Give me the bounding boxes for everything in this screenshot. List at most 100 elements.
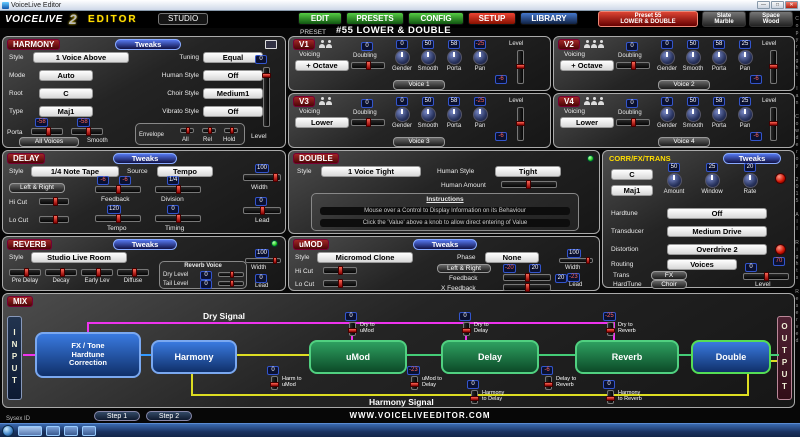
tab-presets[interactable]: PRESETS [346,12,404,25]
send-value[interactable]: 0 [603,380,615,389]
doubling-value[interactable]: 0 [361,99,373,108]
harmony-mode-value[interactable]: Auto [39,70,93,81]
tab-edit[interactable]: EDIT [298,12,342,25]
smooth-knob[interactable] [686,107,701,122]
left-right-button[interactable]: Left & Right [437,264,491,273]
tail-level-value[interactable]: 0 [200,280,212,289]
harmony-tweaks-button[interactable]: Tweaks [115,39,181,50]
corr-level-knob[interactable] [775,173,786,184]
feedback-left-value[interactable]: -20 [503,264,516,273]
reverb-tweaks-button[interactable]: Tweaks [113,239,177,250]
smooth-value[interactable]: -58 [77,118,90,127]
double-human-style-value[interactable]: Tight [495,166,561,177]
send-value[interactable]: -6 [541,366,553,375]
voicing-value[interactable]: + Octave [295,60,349,71]
pan-knob[interactable] [473,107,488,122]
env-rel-slider[interactable] [202,128,216,133]
doubling-value[interactable]: 0 [626,99,638,108]
level-slider[interactable] [517,107,524,141]
division-value[interactable]: 1/4 [167,176,179,185]
porta-knob[interactable] [447,50,462,65]
smooth-knob[interactable] [421,50,436,65]
umod-tweaks-button[interactable]: Tweaks [413,239,477,250]
harmony-level-value[interactable]: 0 [255,55,267,64]
send-slider[interactable] [271,376,278,390]
taskbar-item[interactable] [46,426,60,436]
doubling-slider[interactable] [616,62,650,69]
pan-value[interactable]: 25 [739,40,751,49]
mix-block-reverb[interactable]: Reverb [575,340,679,374]
studio-button[interactable]: STUDIO [158,13,208,25]
step1-button[interactable]: Step 1 [94,411,140,421]
voicing-value[interactable]: + Octave [560,60,614,71]
timing-slider[interactable] [155,215,201,222]
gender-knob[interactable] [660,107,675,122]
voice-button[interactable]: Voice 3 [393,137,445,147]
doubling-value[interactable]: 0 [626,42,638,51]
voice-button[interactable]: Voice 4 [658,137,710,147]
vibrato-style-value[interactable]: Off [203,106,263,117]
porta-value[interactable]: -58 [35,118,48,127]
close-button[interactable]: ✕ [785,1,798,9]
fx-toggle-button[interactable]: FX [651,271,687,280]
corr-key-value[interactable]: C [611,169,653,180]
level-value[interactable]: -6 [495,75,507,84]
window-knob[interactable] [705,173,720,188]
porta-knob[interactable] [712,107,727,122]
umod-style-value[interactable]: Micromod Clone [317,252,413,263]
level-slider[interactable] [770,107,777,141]
porta-knob[interactable] [447,107,462,122]
rate-value[interactable]: 20 [744,163,756,172]
gender-knob[interactable] [660,50,675,65]
doubling-slider[interactable] [616,119,650,126]
send-slider[interactable] [545,376,552,390]
delay-tweaks-button[interactable]: Tweaks [113,153,177,164]
width-slider[interactable] [243,174,281,181]
pre-delay-slider[interactable] [9,269,41,276]
width-slider[interactable] [245,258,281,263]
porta-value[interactable]: 58 [713,97,725,106]
gender-value[interactable]: 0 [396,40,408,49]
double-style-value[interactable]: 1 Voice Tight [321,166,421,177]
mix-block-fx-tone[interactable]: FX / Tone Hardtune Correction [35,332,141,378]
amount-value[interactable]: 50 [668,163,680,172]
tempo-value[interactable]: 120 [107,205,121,214]
pan-knob[interactable] [738,50,753,65]
voicing-value[interactable]: Lower [295,117,349,128]
harmony-level-slider[interactable] [263,67,270,127]
division-slider[interactable] [155,186,201,193]
porta-knob[interactable] [712,50,727,65]
dry-level-value[interactable]: 0 [200,271,212,280]
diffuse-slider[interactable] [117,269,149,276]
send-slider[interactable] [607,322,614,336]
mix-block-double[interactable]: Double [691,340,771,374]
harmony-style-value[interactable]: 1 Voice Above [33,52,129,63]
send-value[interactable]: -25 [603,312,616,321]
send-value[interactable]: -23 [407,366,420,375]
send-slider[interactable] [349,322,356,336]
human-amount-slider[interactable] [501,181,557,188]
distortion-value[interactable]: Overdrive 2 [667,244,767,255]
send-value[interactable]: 0 [267,366,279,375]
start-button[interactable] [2,425,14,437]
corr-level-value[interactable]: 0 [745,263,757,272]
pan-value[interactable]: -25 [474,40,487,49]
send-value[interactable]: 0 [467,380,479,389]
all-voices-button[interactable]: All Voices [19,137,79,147]
pan-knob[interactable] [738,107,753,122]
send-slider[interactable] [411,376,418,390]
send-slider[interactable] [463,322,470,336]
mix-block-delay[interactable]: Delay [441,340,539,374]
preset-quick-button[interactable]: Preset 55 LOWER & DOUBLE [598,11,698,27]
pan-value[interactable]: 25 [739,97,751,106]
porta-slider[interactable] [31,128,63,135]
transducer-value[interactable]: Medium Drive [667,226,767,237]
distortion-amount-value[interactable]: 70 [773,257,785,266]
smooth-slider[interactable] [71,128,103,135]
taskbar-item[interactable] [82,426,96,436]
choir-style-value[interactable]: Medium1 [203,88,263,99]
x-feedback-slider[interactable] [503,284,551,291]
mix-block-umod[interactable]: uMod [309,340,407,374]
level-value[interactable]: -6 [495,132,507,141]
decay-slider[interactable] [45,269,77,276]
